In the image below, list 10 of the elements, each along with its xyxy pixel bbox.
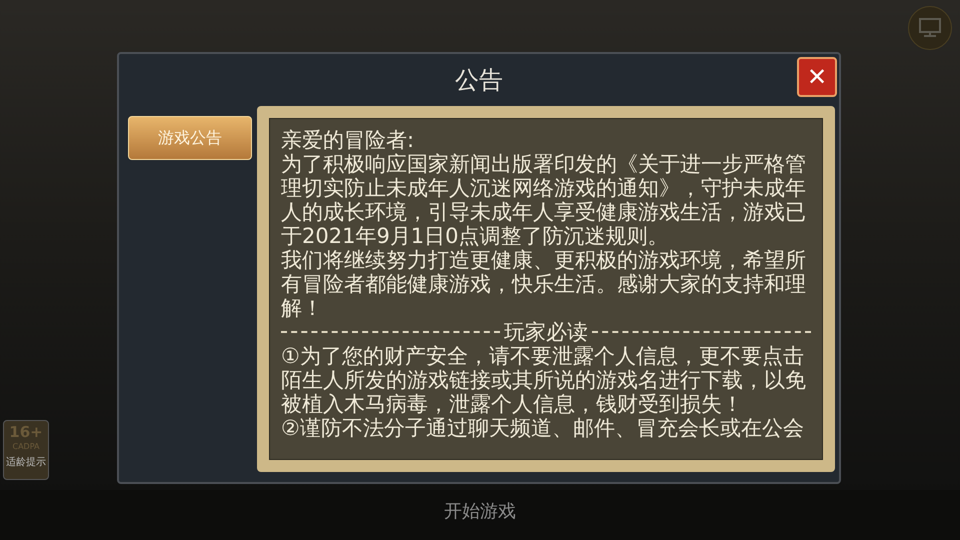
start-game-button[interactable]: 开始游戏	[420, 496, 540, 526]
notice-item: ②谨防不法分子通过聊天频道、邮件、冒充会长或在公会	[281, 416, 805, 440]
section-title: 玩家必读	[504, 320, 588, 344]
notice-paragraph: 为了积极响应国家新闻出版署印发的《关于进一步严格管理切实防止未成年人沉迷网络游戏的通知》，守护未成年人的成长环境，引导未成年人享受健康游戏生活，游戏已于2021年9月1日0点调整了防沉迷规则。	[281, 152, 807, 248]
age-caption: 适龄提示	[6, 456, 46, 470]
greeting-text: 亲爱的冒险者:	[281, 128, 416, 152]
close-button[interactable]: ✕	[797, 57, 837, 97]
notice-item: ①为了您的财产安全，请不要泄露个人信息，更不要点击陌生人所发的游戏链接或其所说的游戏名进行下载，以免被植入木马病毒，泄露个人信息，钱财受到损失！	[281, 344, 807, 416]
notice-paragraph: 我们将继续努力打造更健康、更积极的游戏环境，希望所有冒险者都能健康游戏，快乐生活。感谢大家的支持和理解！	[281, 248, 807, 320]
dialog-title: 公告	[455, 65, 503, 96]
